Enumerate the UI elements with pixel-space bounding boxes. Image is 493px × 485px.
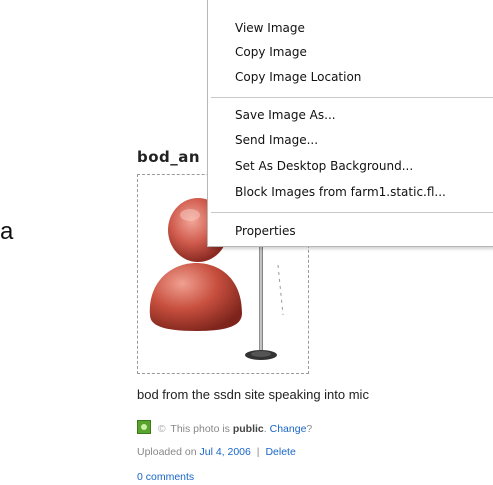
menu-item-send-image[interactable]: Send Image... — [235, 130, 493, 150]
menu-item-copy-image[interactable]: Copy Image — [235, 42, 493, 62]
menu-item-block-images[interactable]: Block Images from farm1.static.fl... — [235, 182, 493, 202]
menu-item-view-image[interactable]: View Image — [235, 18, 493, 38]
upload-prefix: Uploaded on — [137, 446, 197, 458]
photo-title: bod_an — [137, 148, 201, 166]
upload-divider: | — [256, 446, 260, 458]
comments-link[interactable]: 0 comments — [137, 471, 194, 483]
image-context-menu[interactable]: View Image Copy Image Copy Image Locatio… — [207, 0, 493, 247]
upload-date-link[interactable]: Jul 4, 2006 — [199, 446, 250, 458]
menu-separator — [211, 97, 493, 98]
menu-item-set-desktop-background[interactable]: Set As Desktop Background... — [235, 156, 493, 176]
truncated-text-fragment: a — [0, 218, 14, 245]
upload-line: Uploaded on Jul 4, 2006 | Delete — [137, 446, 296, 458]
menu-item-save-image-as[interactable]: Save Image As... — [235, 105, 493, 125]
comments-line: 0 comments — [137, 471, 194, 483]
menu-item-properties[interactable]: Properties — [235, 221, 493, 241]
menu-item-copy-image-location[interactable]: Copy Image Location — [235, 67, 493, 87]
privacy-suffix: ? — [306, 423, 313, 435]
privacy-status: public — [232, 423, 264, 435]
menu-separator — [211, 212, 493, 213]
delete-photo-link[interactable]: Delete — [265, 446, 295, 458]
copyright-globe-icon: © — [157, 423, 166, 435]
public-status-icon — [137, 420, 151, 434]
photo-caption: bod from the ssdn site speaking into mic — [137, 387, 369, 402]
privacy-line: © This photo is public. Change? — [137, 420, 312, 435]
privacy-prefix: This photo is — [170, 423, 230, 435]
change-privacy-link[interactable]: Change — [270, 423, 307, 435]
